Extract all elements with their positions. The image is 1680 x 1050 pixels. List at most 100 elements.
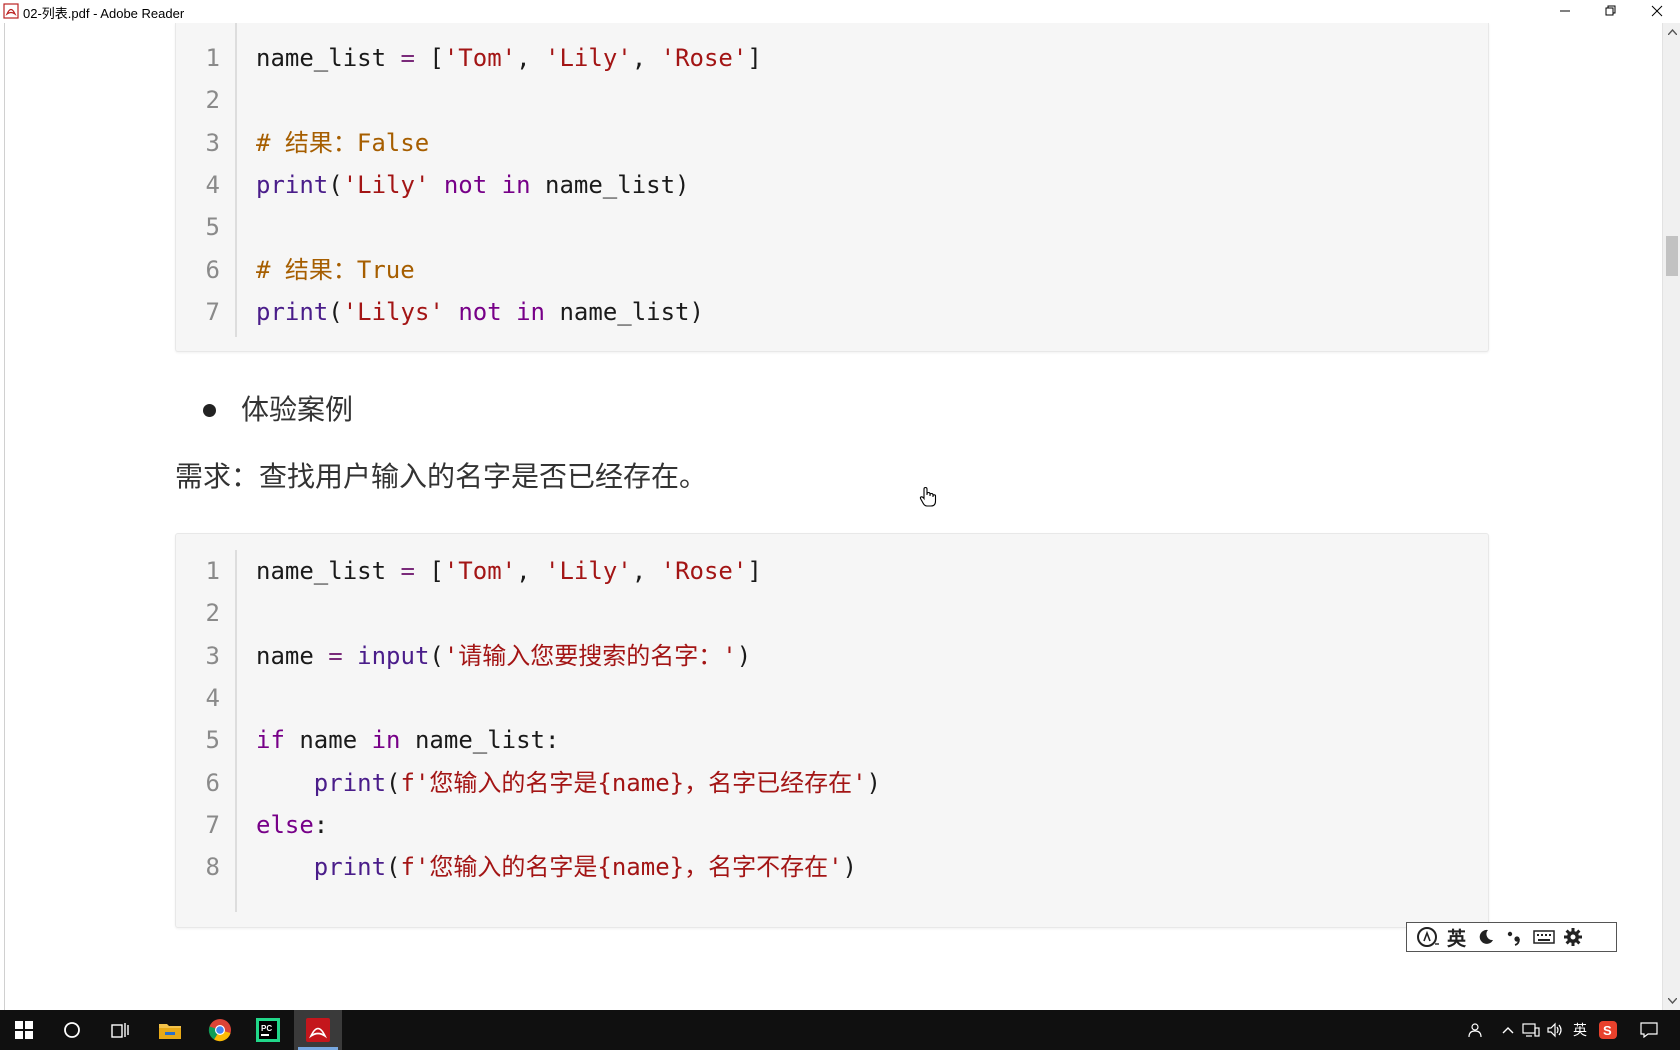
pdf-file-icon [3,3,19,19]
code-token: ) [736,641,752,670]
windows-start-icon[interactable] [0,1010,48,1050]
close-button[interactable] [1634,0,1680,22]
code-token: name [256,641,329,670]
code-token: not in [458,297,546,326]
adobe-reader-icon[interactable] [294,1010,342,1050]
code-token: ( [328,170,343,199]
ime-moon-icon[interactable] [1471,923,1500,951]
line-number: 1 [205,44,220,72]
code-source: # 结果：False [256,122,429,164]
minimize-button[interactable] [1542,0,1588,22]
chrome-icon[interactable] [196,1010,244,1050]
code-token: , [631,557,661,585]
code-line: 2 [176,79,1476,121]
code-block-search-example: 1 name_list = ['Tom', 'Lily', 'Rose'] 2 3 na… [175,533,1489,928]
bullet-text: 体验案例 [241,393,354,426]
code-token: name_list) [530,170,690,199]
line-number: 7 [205,297,220,326]
pdf-document-view[interactable]: 1 name_list = ['Tom', 'Lily', 'Rose'] 2 3 # … [0,23,1662,1010]
code-source: else: [256,804,328,846]
taskbar: PC 英 S [0,1010,1680,1050]
code-token: : [313,810,329,839]
code-token: name_list) [545,297,704,326]
code-token: 'Rose' [660,44,748,72]
input-language-indicator[interactable]: 英 [1568,1010,1592,1050]
code-token: else [256,810,314,839]
code-token: 'Lily' [342,170,430,199]
code-token: 'Tom' [443,44,517,72]
line-number: 4 [205,170,220,199]
code-token: 'Lily' [545,557,632,585]
code-token: ( [386,768,401,797]
code-token: 'Lily' [545,44,632,72]
hand-cursor-icon [919,486,937,507]
code-token: ] [747,557,762,585]
ime-toolbar[interactable]: 英 [1406,922,1617,952]
code-token: print [313,853,387,882]
code-block-membership: 1 name_list = ['Tom', 'Lily', 'Rose'] 2 3 # … [175,23,1489,352]
ime-settings-icon[interactable] [1558,923,1587,951]
ime-logo-icon[interactable] [1413,923,1442,951]
code-line: 5 if name in name_list: [176,719,1476,761]
close-icon [1651,5,1663,17]
line-number: 8 [205,853,220,882]
code-token: f'您输入的名字是{name}，名字已经存在' [400,768,867,797]
code-source: name_list = ['Tom', 'Lily', 'Rose'] [256,550,762,592]
code-token: 'Lilys' [342,297,444,326]
ime-language-toggle[interactable]: 英 [1442,923,1471,951]
code-line: 2 [176,592,1476,634]
network-icon[interactable] [1520,1010,1542,1050]
ime-punctuation-icon[interactable] [1500,923,1529,951]
code-token: not in [443,170,531,199]
scroll-up-arrow-icon[interactable] [1663,23,1680,41]
code-line: 1 name_list = ['Tom', 'Lily', 'Rose'] [176,37,1476,79]
code-token: '请输入您要搜索的名字：' [443,641,737,670]
line-number: 7 [205,810,220,839]
scroll-down-arrow-icon[interactable] [1663,992,1680,1010]
code-token: print [313,768,387,797]
file-explorer-icon[interactable] [146,1010,194,1050]
task-view-icon[interactable] [96,1010,144,1050]
code-line: 7 else: [176,804,1476,846]
code-line: 5 [176,206,1476,248]
code-token: 'Tom' [443,557,517,585]
line-number: 2 [205,86,220,115]
line-number: 5 [205,726,220,755]
code-token: ( [429,641,444,670]
code-token: name_list [256,44,401,72]
cortana-search-icon[interactable] [48,1010,96,1050]
line-number: 3 [205,128,220,157]
restore-button[interactable] [1588,0,1634,22]
code-token: = [400,557,430,585]
line-number: 5 [205,213,220,242]
code-source: print('Lilys' not in name_list) [256,291,704,333]
code-token: f'您输入的名字是{name}，名字不存在' [400,853,843,882]
code-token: = [328,641,358,670]
code-line: 7 print('Lilys' not in name_list) [176,291,1476,333]
code-token: , [516,44,546,72]
action-center-icon[interactable] [1634,1010,1664,1050]
code-line: 4 print('Lily' not in name_list) [176,164,1476,206]
code-token: ) [842,853,857,882]
code-source: print(f'您输入的名字是{name}，名字不存在') [256,846,857,888]
code-token: if [256,726,285,755]
requirement-text: 需求：查找用户输入的名字是否已经存在。 [175,460,708,493]
code-source: # 结果：True [256,249,415,291]
pycharm-icon[interactable]: PC [244,1010,292,1050]
chevron-up-icon[interactable] [1498,1010,1518,1050]
code-line: 3 # 结果：False [176,122,1476,164]
sogou-ime-icon[interactable]: S [1596,1010,1620,1050]
vertical-scrollbar[interactable] [1662,23,1680,1010]
line-number: 2 [205,599,220,628]
volume-icon[interactable] [1544,1010,1566,1050]
minimize-icon [1560,10,1570,12]
scrollbar-thumb[interactable] [1666,236,1678,276]
people-icon[interactable] [1462,1010,1486,1050]
line-number: 1 [205,557,220,585]
code-source: name = input('请输入您要搜索的名字：') [256,635,751,677]
ime-keyboard-icon[interactable] [1529,923,1558,951]
line-number: 6 [205,768,220,797]
bullet-dot [203,404,216,417]
